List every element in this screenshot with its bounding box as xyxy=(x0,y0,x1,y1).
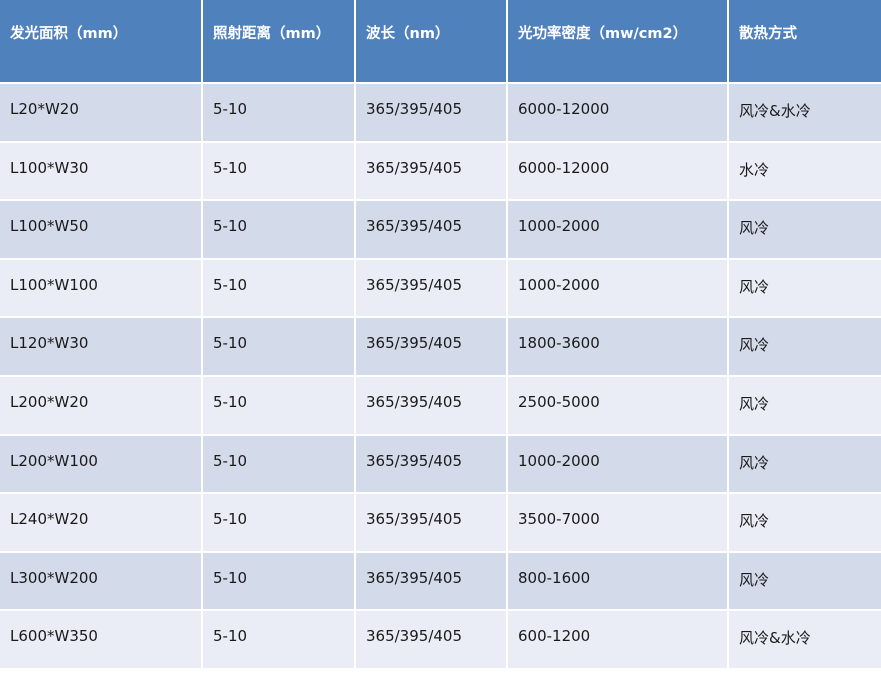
table-cell: 风冷 xyxy=(729,201,881,260)
header-cell-wavelength: 波长（nm） xyxy=(356,0,506,84)
table-cell: 5-10 xyxy=(203,259,354,319)
header-cell-power-density: 光功率密度（mw/cm2） xyxy=(508,0,727,84)
table-cell: 800-1600 xyxy=(508,552,727,612)
table-cell: L100*W30 xyxy=(0,142,201,202)
table-cell: 1800-3600 xyxy=(508,318,727,377)
table-cell: 5-10 xyxy=(203,435,354,495)
table-cell: 365/395/405 xyxy=(356,142,506,202)
table-cell: 365/395/405 xyxy=(356,201,506,260)
table-cell: L120*W30 xyxy=(0,318,201,377)
table-cell: 1000-2000 xyxy=(508,435,727,495)
table-cell: 水冷 xyxy=(729,142,881,202)
table-cell: 5-10 xyxy=(203,552,354,612)
table-cell: 风冷 xyxy=(729,494,881,553)
table-cell: 风冷 xyxy=(729,435,881,495)
table-cell: 3500-7000 xyxy=(508,494,727,553)
table-cell: 6000-12000 xyxy=(508,142,727,202)
table-cell: 5-10 xyxy=(203,201,354,260)
table-cell: 365/395/405 xyxy=(356,494,506,553)
table-cell: 365/395/405 xyxy=(356,318,506,377)
table-cell: L100*W100 xyxy=(0,259,201,319)
table-cell: L300*W200 xyxy=(0,552,201,612)
table-cell: 365/395/405 xyxy=(356,611,506,670)
table-cell: 365/395/405 xyxy=(356,259,506,319)
table-cell: 5-10 xyxy=(203,318,354,377)
header-cell-irradiation-distance: 照射距离（mm） xyxy=(203,0,354,84)
table-cell: 365/395/405 xyxy=(356,376,506,436)
table-cell: L200*W100 xyxy=(0,435,201,495)
header-cell-cooling-method: 散热方式 xyxy=(729,0,881,84)
table-cell: 5-10 xyxy=(203,376,354,436)
table-cell: L20*W20 xyxy=(0,84,201,143)
table-cell: L600*W350 xyxy=(0,611,201,670)
table-cell: 2500-5000 xyxy=(508,376,727,436)
table-cell: L100*W50 xyxy=(0,201,201,260)
spec-table: 发光面积（mm） 照射距离（mm） 波长（nm） 光功率密度（mw/cm2） 散… xyxy=(0,0,881,670)
table-cell: 风冷&水冷 xyxy=(729,611,881,670)
table-cell: 365/395/405 xyxy=(356,84,506,143)
table-cell: 风冷 xyxy=(729,259,881,319)
table-cell: 5-10 xyxy=(203,611,354,670)
table-cell: 600-1200 xyxy=(508,611,727,670)
table-cell: L200*W20 xyxy=(0,376,201,436)
table-cell: 5-10 xyxy=(203,84,354,143)
table-cell: L240*W20 xyxy=(0,494,201,553)
table-cell: 风冷 xyxy=(729,376,881,436)
table-cell: 6000-12000 xyxy=(508,84,727,143)
table-cell: 5-10 xyxy=(203,494,354,553)
table-cell: 1000-2000 xyxy=(508,201,727,260)
table-cell: 风冷&水冷 xyxy=(729,84,881,143)
header-cell-emitting-area: 发光面积（mm） xyxy=(0,0,201,84)
table-cell: 5-10 xyxy=(203,142,354,202)
table-cell: 风冷 xyxy=(729,552,881,612)
table-cell: 365/395/405 xyxy=(356,435,506,495)
table-cell: 风冷 xyxy=(729,318,881,377)
table-cell: 365/395/405 xyxy=(356,552,506,612)
table-cell: 1000-2000 xyxy=(508,259,727,319)
